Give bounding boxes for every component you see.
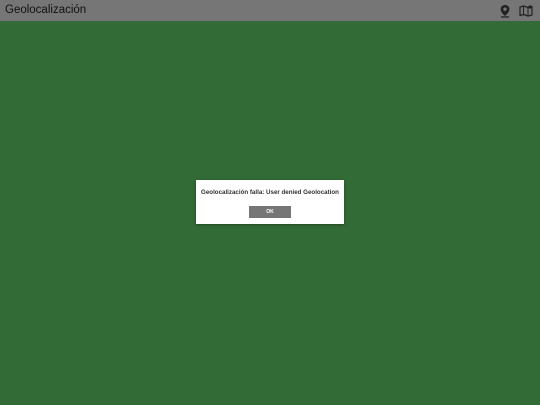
page-title: Geolocalización bbox=[5, 4, 87, 16]
ok-button[interactable]: OK bbox=[249, 206, 291, 218]
title-bar: Geolocalización bbox=[0, 0, 540, 21]
location-pin-icon[interactable] bbox=[497, 3, 512, 18]
error-dialog: Geolocalización falla: User denied Geolo… bbox=[196, 180, 344, 224]
dialog-message: Geolocalización falla: User denied Geolo… bbox=[201, 189, 339, 196]
map-icon[interactable] bbox=[518, 3, 533, 18]
app-window: Geolocalización Geolocalización falla: U… bbox=[0, 0, 540, 405]
